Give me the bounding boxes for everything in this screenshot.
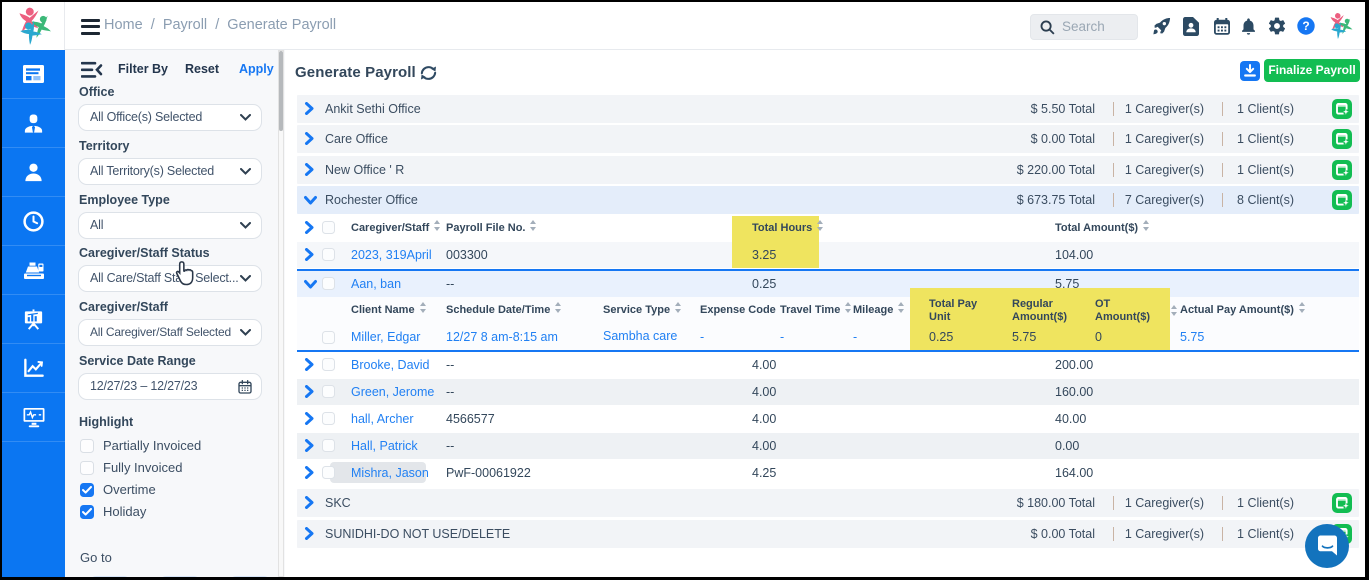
svg-text:?: ?	[1302, 19, 1309, 33]
